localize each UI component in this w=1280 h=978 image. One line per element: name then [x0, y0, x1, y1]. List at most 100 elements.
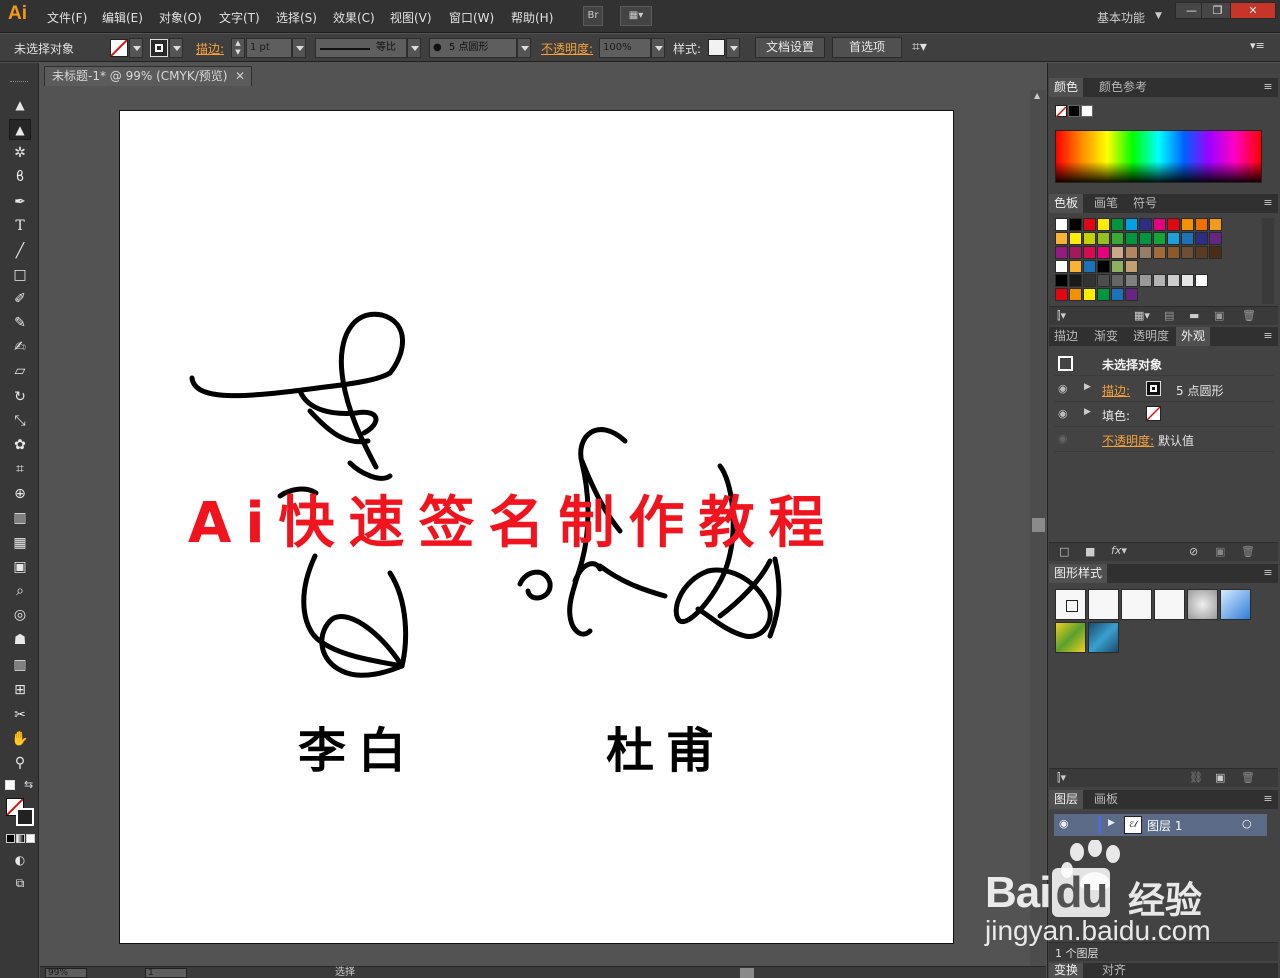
- swatch-cell[interactable]: [1181, 232, 1194, 245]
- color-black-swatch[interactable]: [1068, 105, 1080, 117]
- swatch-cell[interactable]: [1069, 218, 1082, 231]
- swatch-cell[interactable]: [1139, 274, 1152, 287]
- duplicate-item-icon[interactable]: ▣: [1215, 545, 1225, 558]
- swatch-library-icon[interactable]: ⫿▾: [1057, 309, 1066, 323]
- swatch-cell[interactable]: [1083, 218, 1096, 231]
- tab-transform[interactable]: 变换: [1049, 963, 1084, 978]
- swatch-cell[interactable]: [1055, 232, 1068, 245]
- swap-colors-icon[interactable]: ⇆: [24, 778, 33, 791]
- warp-tool-icon[interactable]: ✿: [9, 435, 31, 456]
- bridge-button[interactable]: Br: [583, 6, 603, 26]
- stroke-label[interactable]: 描边:: [196, 40, 224, 57]
- document-setup-button[interactable]: 文档设置: [755, 37, 825, 58]
- fill-none-icon[interactable]: [110, 39, 128, 57]
- swatch-cell[interactable]: [1139, 246, 1152, 259]
- tab-color[interactable]: 颜色: [1049, 78, 1084, 97]
- default-colors-icon[interactable]: [5, 780, 15, 790]
- stroke-stepper[interactable]: ▲ ▼: [231, 38, 245, 58]
- swatch-cell[interactable]: [1055, 288, 1068, 301]
- close-tab-icon[interactable]: ✕: [235, 67, 245, 86]
- add-fill-icon[interactable]: ■: [1085, 545, 1095, 558]
- eye-icon[interactable]: ◉: [1058, 407, 1068, 420]
- color-spectrum[interactable]: [1055, 130, 1262, 183]
- eyedropper-tool-icon[interactable]: ⌕: [9, 581, 31, 602]
- artboard-number-input[interactable]: 1: [145, 968, 187, 978]
- blob-brush-tool-icon[interactable]: ✍: [9, 337, 31, 358]
- hand-tool-icon[interactable]: ✋: [9, 729, 31, 750]
- stroke-color-swatch[interactable]: [1146, 381, 1161, 396]
- gradient-tool-icon[interactable]: ▣: [9, 557, 31, 578]
- graphic-style-teal[interactable]: [1088, 622, 1119, 653]
- layer-name[interactable]: 图层 1: [1147, 817, 1182, 834]
- swatch-cell[interactable]: [1125, 260, 1138, 273]
- delete-style-icon[interactable]: 🗑: [1241, 771, 1255, 784]
- blend-tool-icon[interactable]: ◎: [9, 605, 31, 626]
- tab-stroke[interactable]: 描边: [1049, 327, 1083, 346]
- horizontal-scroll-thumb[interactable]: [740, 968, 754, 978]
- vertical-scroll-thumb[interactable]: [1032, 518, 1045, 532]
- swatch-cell[interactable]: [1097, 246, 1110, 259]
- tab-appearance[interactable]: 外观: [1176, 327, 1211, 346]
- swatch-cell[interactable]: [1195, 218, 1208, 231]
- tab-swatches[interactable]: 色板: [1049, 194, 1084, 213]
- symbol-sprayer-tool-icon[interactable]: ☗: [9, 630, 31, 651]
- new-swatch-icon[interactable]: ▣: [1214, 309, 1224, 322]
- shape-builder-tool-icon[interactable]: ⊕: [9, 484, 31, 505]
- graphic-style-plain[interactable]: [1121, 589, 1152, 620]
- stroke-color-dropdown[interactable]: [169, 38, 183, 58]
- graphic-style-gray[interactable]: [1187, 589, 1218, 620]
- zoom-level-input[interactable]: 99%: [45, 968, 87, 978]
- perspective-grid-tool-icon[interactable]: ▥: [9, 508, 31, 529]
- stroke-weight-dropdown[interactable]: [292, 38, 306, 58]
- pencil-tool-icon[interactable]: ✎: [9, 313, 31, 334]
- eye-icon[interactable]: ◉: [1058, 432, 1068, 445]
- swatch-cell[interactable]: [1069, 232, 1082, 245]
- fill-none-swatch[interactable]: [1146, 406, 1161, 421]
- stroke-weight-input[interactable]: 1 pt: [246, 38, 292, 58]
- tab-brushes[interactable]: 画笔: [1089, 194, 1123, 213]
- menu-view[interactable]: 视图(V): [390, 9, 432, 26]
- fx-icon[interactable]: fx▾: [1111, 544, 1127, 557]
- add-stroke-icon[interactable]: □: [1059, 545, 1069, 558]
- swatch-cell[interactable]: [1055, 218, 1068, 231]
- none-mode-icon[interactable]: [26, 834, 35, 843]
- fill-dropdown[interactable]: [129, 38, 143, 58]
- graphic-style-outline[interactable]: [1154, 589, 1185, 620]
- swatch-cell[interactable]: [1153, 232, 1166, 245]
- swatch-cell[interactable]: [1125, 232, 1138, 245]
- show-kinds-icon[interactable]: ▦▾: [1134, 309, 1150, 322]
- selection-tool-icon[interactable]: ▲: [9, 95, 31, 116]
- opacity-dropdown[interactable]: [651, 38, 665, 58]
- swatch-cell[interactable]: [1083, 274, 1096, 287]
- swatch-cell[interactable]: [1125, 246, 1138, 259]
- swatch-cell[interactable]: [1195, 246, 1208, 259]
- menu-type[interactable]: 文字(T): [219, 9, 260, 26]
- appearance-stroke-row[interactable]: ◉ ▶ 描边: 5 点圆形: [1054, 377, 1274, 402]
- swatch-cell[interactable]: [1097, 274, 1110, 287]
- free-transform-tool-icon[interactable]: ⌗: [9, 459, 31, 480]
- swatch-cell[interactable]: [1209, 246, 1222, 259]
- close-button[interactable]: ✕: [1230, 2, 1276, 19]
- tab-graphic-styles[interactable]: 图形样式: [1049, 564, 1108, 583]
- opacity-input[interactable]: 100%: [599, 38, 651, 58]
- gradient-mode-icon[interactable]: [16, 834, 25, 843]
- zoom-tool-icon[interactable]: ⚲: [9, 753, 31, 774]
- new-style-icon[interactable]: ▣: [1215, 771, 1225, 784]
- expand-triangle-icon[interactable]: ▶: [1108, 818, 1115, 828]
- swatch-cell[interactable]: [1111, 218, 1124, 231]
- grip-icon[interactable]: [10, 81, 28, 83]
- appearance-opacity-label[interactable]: 不透明度:: [1102, 432, 1154, 449]
- swatch-cell[interactable]: [1069, 260, 1082, 273]
- clear-appearance-icon[interactable]: ⊘: [1189, 545, 1198, 558]
- swatch-cell[interactable]: [1167, 218, 1180, 231]
- color-none-icon[interactable]: [1055, 105, 1067, 118]
- swatch-cell[interactable]: [1097, 260, 1110, 273]
- swatch-cell[interactable]: [1111, 274, 1124, 287]
- swatch-cell[interactable]: [1069, 246, 1082, 259]
- swatch-cell[interactable]: [1083, 260, 1096, 273]
- style-dropdown[interactable]: [726, 38, 740, 58]
- swatch-cell[interactable]: [1153, 246, 1166, 259]
- graphic-style-shadow[interactable]: [1088, 589, 1119, 620]
- variable-width-profile[interactable]: 等比: [315, 38, 407, 58]
- brush-definition[interactable]: ● 5 点圆形: [429, 38, 517, 58]
